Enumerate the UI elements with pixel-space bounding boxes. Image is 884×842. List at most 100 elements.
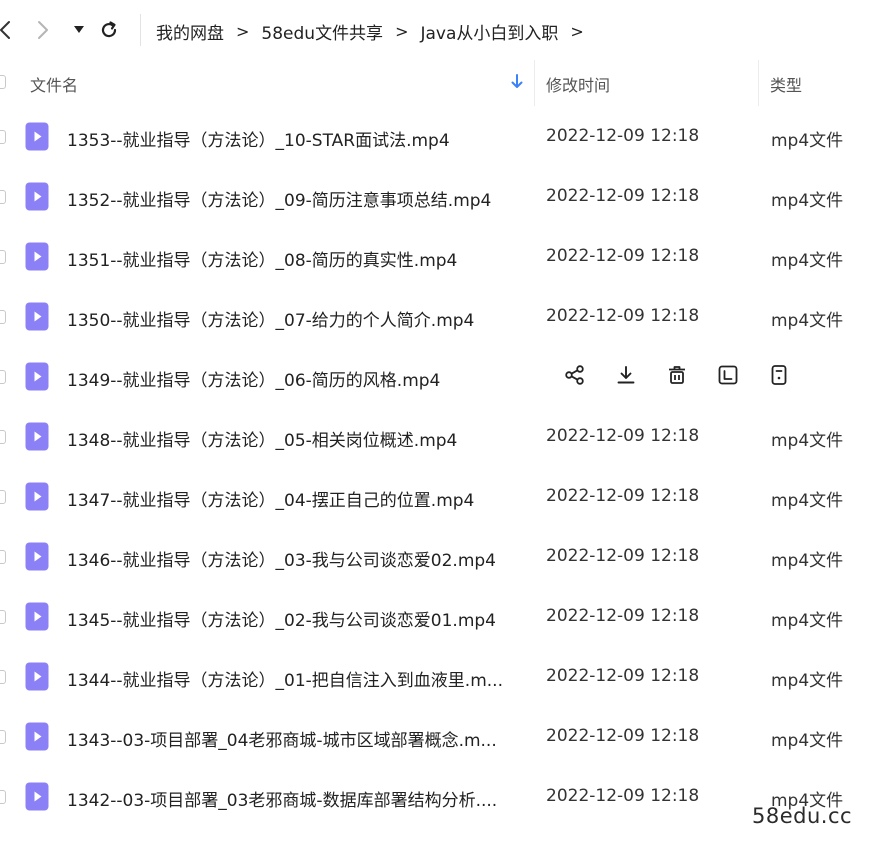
caret-down-icon: [74, 26, 84, 34]
file-row[interactable]: 1346--就业指导（方法论）_03-我与公司谈恋爱02.mp4 2022-12…: [0, 527, 884, 587]
download-icon: [615, 364, 637, 390]
row-checkbox[interactable]: [0, 490, 6, 504]
rename-icon: [717, 364, 739, 390]
row-checkbox[interactable]: [0, 130, 6, 144]
file-row[interactable]: 1347--就业指导（方法论）_04-摆正自己的位置.mp4 2022-12-0…: [0, 467, 884, 527]
file-name: 1352--就业指导（方法论）_09-简历注意事项总结.mp4: [67, 191, 492, 211]
file-name: 1348--就业指导（方法论）_05-相关岗位概述.mp4: [67, 431, 458, 451]
column-resize-handle[interactable]: [758, 60, 759, 106]
file-row[interactable]: 1345--就业指导（方法论）_02-我与公司谈恋爱01.mp4 2022-12…: [0, 587, 884, 647]
video-file-icon: [25, 302, 49, 331]
video-file-icon: [25, 782, 49, 811]
file-modified-time: 2022-12-09 12:18: [546, 186, 700, 206]
file-type: mp4文件: [771, 431, 844, 451]
file-row[interactable]: 1353--就业指导（方法论）_10-STAR面试法.mp4 2022-12-0…: [0, 107, 884, 167]
file-name: 1346--就业指导（方法论）_03-我与公司谈恋爱02.mp4: [67, 551, 497, 571]
file-name: 1353--就业指导（方法论）_10-STAR面试法.mp4: [67, 131, 450, 151]
arrow-down-icon: [511, 73, 523, 93]
file-name: 1351--就业指导（方法论）_08-简历的真实性.mp4: [67, 251, 458, 271]
video-file-icon: [25, 482, 49, 511]
history-dropdown-button[interactable]: [64, 14, 94, 46]
breadcrumb-item-my-drive[interactable]: 我的网盘: [156, 19, 224, 44]
nav-divider: [140, 14, 141, 46]
file-modified-time: 2022-12-09 12:18: [546, 786, 700, 806]
more-button[interactable]: [764, 362, 794, 392]
refresh-button[interactable]: [94, 14, 124, 46]
file-name: 1343--03-项目部署_04老邪商城-城市区域部署概念.m...: [67, 731, 497, 751]
forward-button[interactable]: [28, 14, 58, 46]
file-type: mp4文件: [771, 191, 844, 211]
breadcrumb-separator: >: [570, 21, 584, 41]
navigation-bar: 我的网盘 > 58edu文件共享 > Java从小白到入职 >: [0, 0, 884, 60]
file-modified-time: 2022-12-09 12:18: [546, 126, 700, 146]
watermark: 58edu.cc: [752, 804, 853, 828]
column-type-header[interactable]: 类型: [770, 72, 802, 96]
file-modified-time: 2022-12-09 12:18: [546, 546, 700, 566]
video-file-icon: [25, 422, 49, 451]
file-row[interactable]: 1351--就业指导（方法论）_08-简历的真实性.mp4 2022-12-09…: [0, 227, 884, 287]
file-name: 1350--就业指导（方法论）_07-给力的个人简介.mp4: [67, 311, 475, 331]
file-modified-time: 2022-12-09 12:18: [546, 246, 700, 266]
row-checkbox[interactable]: [0, 610, 6, 624]
file-row[interactable]: 1343--03-项目部署_04老邪商城-城市区域部署概念.m... 2022-…: [0, 707, 884, 767]
breadcrumb-item-current-folder[interactable]: Java从小白到入职: [420, 19, 558, 44]
row-checkbox[interactable]: [0, 430, 6, 444]
file-type: mp4文件: [771, 491, 844, 511]
file-type: mp4文件: [771, 731, 844, 751]
file-name: 1344--就业指导（方法论）_01-把自信注入到血液里.m...: [67, 671, 503, 691]
download-button[interactable]: [611, 362, 641, 392]
column-name-header[interactable]: 文件名: [30, 72, 78, 96]
file-type: mp4文件: [771, 311, 844, 331]
column-modified-header[interactable]: 修改时间: [546, 72, 610, 96]
row-checkbox[interactable]: [0, 730, 6, 744]
chevron-left-icon: [0, 20, 11, 40]
breadcrumb-item-shared-folder[interactable]: 58edu文件共享: [261, 19, 383, 44]
video-file-icon: [25, 602, 49, 631]
file-modified-time: 2022-12-09 12:18: [546, 666, 700, 686]
trash-icon: [666, 364, 688, 390]
video-file-icon: [25, 542, 49, 571]
file-row-hovered[interactable]: 1349--就业指导（方法论）_06-简历的风格.mp4: [0, 347, 884, 407]
file-type: mp4文件: [771, 251, 844, 271]
column-resize-handle[interactable]: [534, 60, 535, 106]
file-modified-time: 2022-12-09 12:18: [546, 726, 700, 746]
row-checkbox[interactable]: [0, 550, 6, 564]
file-list: 1353--就业指导（方法论）_10-STAR面试法.mp4 2022-12-0…: [0, 107, 884, 827]
back-button[interactable]: [0, 14, 20, 46]
refresh-icon: [99, 20, 119, 40]
file-row[interactable]: 1344--就业指导（方法论）_01-把自信注入到血液里.m... 2022-1…: [0, 647, 884, 707]
file-modified-time: 2022-12-09 12:18: [546, 486, 700, 506]
file-modified-time: 2022-12-09 12:18: [546, 426, 700, 446]
breadcrumb-separator: >: [395, 21, 409, 41]
sort-toggle[interactable]: [508, 73, 526, 93]
file-name: 1349--就业指导（方法论）_06-简历的风格.mp4: [67, 371, 441, 391]
more-icon: [768, 364, 790, 390]
delete-button[interactable]: [662, 362, 692, 392]
row-checkbox[interactable]: [0, 190, 6, 204]
select-all-checkbox[interactable]: [0, 75, 6, 89]
row-checkbox[interactable]: [0, 670, 6, 684]
share-button[interactable]: [560, 362, 590, 392]
file-row[interactable]: 1350--就业指导（方法论）_07-给力的个人简介.mp4 2022-12-0…: [0, 287, 884, 347]
row-checkbox[interactable]: [0, 790, 6, 804]
rename-button[interactable]: [713, 362, 743, 392]
share-icon: [564, 364, 586, 390]
file-name: 1342--03-项目部署_03老邪商城-数据库部署结构分析....: [67, 791, 498, 811]
video-file-icon: [25, 182, 49, 211]
file-type: mp4文件: [771, 551, 844, 571]
file-type: mp4文件: [771, 131, 844, 151]
file-row[interactable]: 1348--就业指导（方法论）_05-相关岗位概述.mp4 2022-12-09…: [0, 407, 884, 467]
file-modified-time: 2022-12-09 12:18: [546, 306, 700, 326]
file-type: mp4文件: [771, 611, 844, 631]
video-file-icon: [25, 122, 49, 151]
file-type: mp4文件: [771, 671, 844, 691]
row-quick-actions: [560, 362, 815, 392]
breadcrumb-separator: >: [236, 21, 250, 41]
row-checkbox[interactable]: [0, 310, 6, 324]
row-checkbox[interactable]: [0, 250, 6, 264]
video-file-icon: [25, 362, 49, 391]
file-row[interactable]: 1352--就业指导（方法论）_09-简历注意事项总结.mp4 2022-12-…: [0, 167, 884, 227]
column-header: 文件名 修改时间 类型: [0, 60, 884, 106]
row-checkbox[interactable]: [0, 370, 6, 384]
file-name: 1345--就业指导（方法论）_02-我与公司谈恋爱01.mp4: [67, 611, 497, 631]
